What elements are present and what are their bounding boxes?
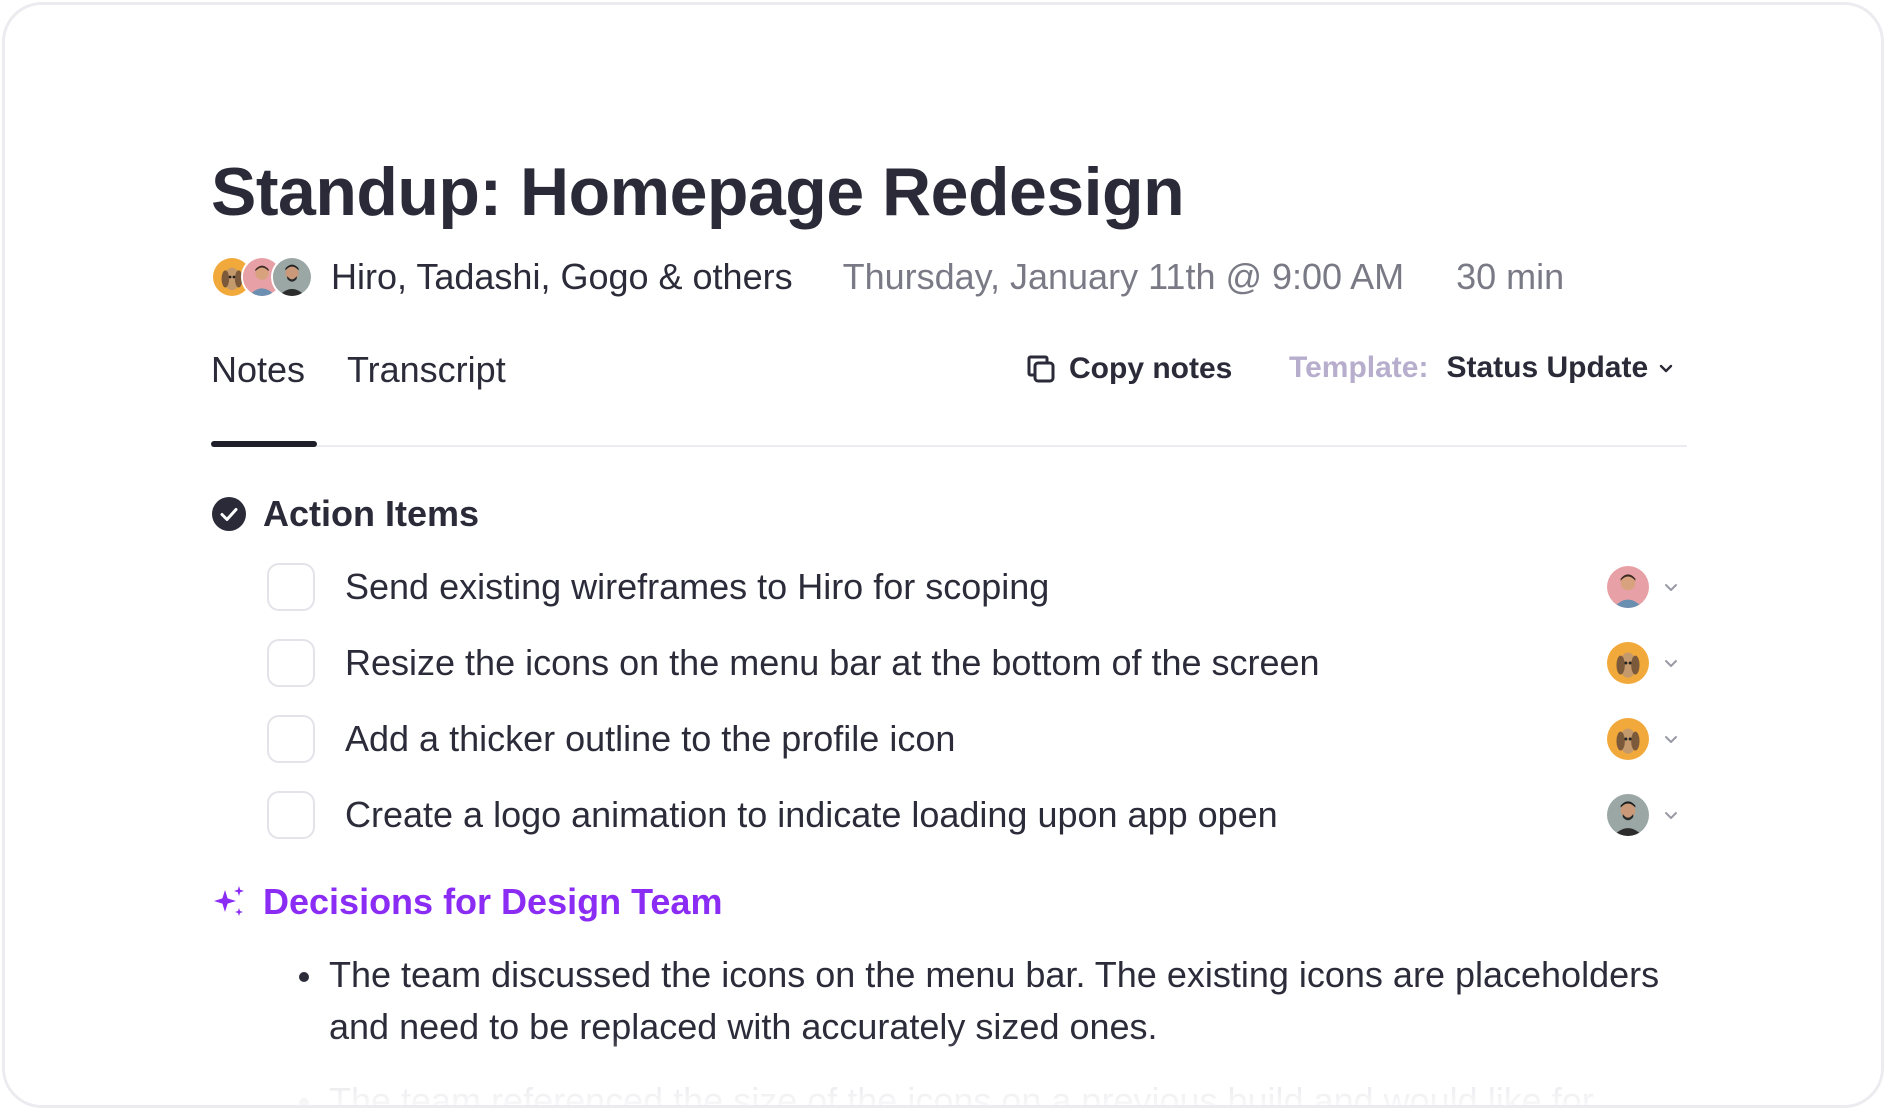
page-title: Standup: Homepage Redesign [211,154,1185,230]
meeting-datetime: Thursday, January 11th @ 9:00 AM [842,256,1405,297]
assignee-picker[interactable] [1607,642,1681,684]
action-item-text[interactable]: Resize the icons on the menu bar at the … [345,642,1687,684]
notes-window: Standup: Homepage Redesign Hiro, Tadashi… [2,2,1884,1108]
action-items-title: Action Items [263,493,480,534]
attendees-names[interactable]: Hiro, Tadashi, Gogo & others [331,256,793,298]
list-item[interactable]: The team referenced the size of the icon… [299,1075,1729,1105]
action-item: Resize the icons on the menu bar at the … [267,637,1687,689]
avatar-dog [1607,642,1649,684]
decisions-heading: Decisions for Design Team [211,881,722,923]
tab-transcript[interactable]: Transcript [347,349,506,391]
list-item[interactable]: The team discussed the icons on the menu… [299,949,1729,1053]
action-item-text[interactable]: Add a thicker outline to the profile ico… [345,718,1687,760]
action-item-checkbox[interactable] [267,715,315,763]
decisions-title: Decisions for Design Team [263,881,723,922]
chevron-down-icon [1665,736,1677,743]
action-item-text[interactable]: Create a logo animation to indicate load… [345,794,1687,836]
sparkle-icon [214,886,244,916]
meeting-meta: Hiro, Tadashi, Gogo & others Thursday, J… [211,253,1564,301]
action-item-checkbox[interactable] [267,791,315,839]
copy-notes-button[interactable]: Copy notes [1023,351,1232,387]
assignee-picker[interactable] [1607,794,1681,836]
tab-bar: Notes Transcript Copy notes Template: St… [211,345,1687,447]
avatar-gogo [271,256,313,298]
assignee-picker[interactable] [1607,566,1681,608]
template-label: Template: [1289,351,1429,384]
action-item: Create a logo animation to indicate load… [267,789,1687,841]
chevron-down-icon [1665,660,1677,667]
decisions-list: The team discussed the icons on the menu… [267,949,1729,1105]
action-item: Add a thicker outline to the profile ico… [267,713,1687,765]
chevron-down-icon [1659,364,1673,373]
template-value: Status Update [1446,351,1649,384]
action-item-checkbox[interactable] [267,563,315,611]
attendee-avatars[interactable] [211,256,313,298]
action-items-heading: Action Items [211,493,479,535]
active-tab-indicator [211,441,317,447]
avatar-gogo [1607,794,1649,836]
chevron-down-icon [1665,812,1677,819]
action-item-checkbox[interactable] [267,639,315,687]
chevron-down-icon [1665,584,1677,591]
template-dropdown[interactable]: Status Update [1446,351,1676,385]
copy-icon [1027,355,1055,383]
template-picker: Template: Status Update [1289,351,1676,385]
assignee-picker[interactable] [1607,718,1681,760]
copy-notes-label: Copy notes [1069,352,1233,385]
avatar-tadashi [1607,566,1649,608]
tab-notes[interactable]: Notes [211,349,305,391]
meeting-duration: 30 min [1456,256,1565,297]
check-circle-icon [212,497,246,531]
action-item-text[interactable]: Send existing wireframes to Hiro for sco… [345,566,1687,608]
action-item: Send existing wireframes to Hiro for sco… [267,561,1687,613]
avatar-dog [1607,718,1649,760]
